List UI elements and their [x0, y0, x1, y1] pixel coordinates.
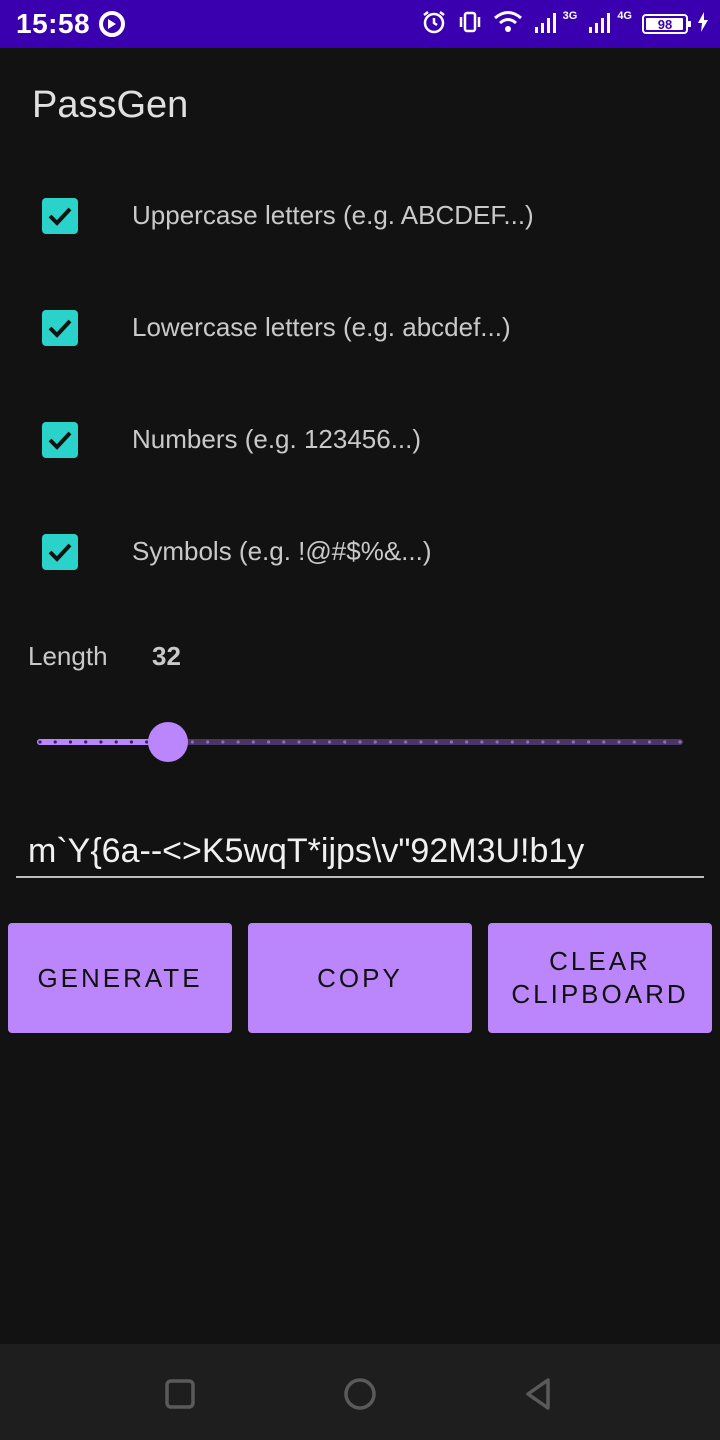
app-title: PassGen	[32, 84, 189, 126]
uppercase-checkbox[interactable]	[42, 198, 78, 234]
slider-tick	[556, 740, 560, 744]
battery-cap	[688, 21, 691, 27]
slider-tick	[251, 740, 255, 744]
slider-tick	[282, 740, 286, 744]
symbols-label: Symbols (e.g. !@#$%&...)	[132, 536, 432, 566]
slider-tick	[206, 740, 210, 744]
slider-tick	[449, 740, 454, 744]
slider-tick	[495, 740, 499, 744]
slider-tick	[327, 740, 332, 744]
status-time: 15:58	[16, 8, 91, 39]
check-icon	[48, 319, 72, 338]
slider-thumb[interactable]	[148, 722, 188, 762]
navigation-bar	[0, 1344, 720, 1440]
slider-tick	[84, 740, 88, 744]
slider-tick	[510, 740, 514, 744]
slider-tick	[114, 740, 118, 744]
option-symbols[interactable]: Symbols (e.g. !@#$%&...)	[0, 524, 720, 584]
slider-tick	[541, 740, 545, 744]
battery-text: 98	[657, 16, 673, 32]
slider-tick	[99, 740, 103, 744]
slider-tick	[129, 740, 134, 744]
generate-button-label: GENERATE	[37, 962, 203, 993]
length-value: 32	[152, 641, 181, 671]
slider-tick	[647, 740, 652, 744]
option-uppercase[interactable]: Uppercase letters (e.g. ABCDEF...)	[0, 188, 720, 248]
slider-tick	[266, 740, 271, 744]
status-bar: 15:58 3G 4G 98	[0, 0, 720, 48]
symbols-checkbox[interactable]	[42, 534, 78, 570]
slider-graphic[interactable]	[36, 720, 684, 764]
numbers-label: Numbers (e.g. 123456...)	[132, 424, 422, 454]
slider-tick	[419, 740, 423, 744]
slider-tick	[53, 740, 57, 744]
slider-tick	[571, 740, 575, 744]
slider-tick	[404, 740, 408, 744]
check-icon	[48, 543, 72, 562]
clear-clipboard-button[interactable]: CLEAR CLIPBOARD	[488, 923, 712, 1033]
copy-button-label: COPY	[317, 962, 403, 993]
generate-button[interactable]: GENERATE	[8, 923, 232, 1033]
wifi-icon	[493, 9, 523, 40]
app-notification-icon	[98, 10, 126, 43]
signal-4g-icon	[587, 9, 613, 40]
slider-tick	[663, 740, 667, 744]
slider-tick	[190, 740, 194, 744]
alarm-icon	[421, 9, 447, 40]
charging-icon	[698, 11, 708, 37]
slider-tick	[145, 740, 149, 744]
slider-tick	[38, 740, 42, 744]
slider-tick	[343, 740, 347, 744]
status-icons: 3G 4G 98	[421, 8, 708, 40]
signal-3g-icon	[533, 9, 559, 40]
battery-icon: 98	[642, 14, 691, 34]
slider-tick	[297, 740, 301, 744]
slider-tick	[68, 740, 73, 744]
lowercase-checkbox[interactable]	[42, 310, 78, 346]
check-icon	[48, 207, 72, 226]
length-slider[interactable]	[36, 720, 684, 764]
numbers-checkbox[interactable]	[42, 422, 78, 458]
slider-tick	[602, 740, 606, 744]
recents-icon[interactable]	[160, 1374, 200, 1414]
slider-tick	[373, 740, 377, 744]
clear-button-label-line1: CLEAR	[549, 946, 651, 976]
slider-tick	[678, 740, 682, 744]
network-label-4g: 4G	[617, 10, 632, 22]
lowercase-label: Lowercase letters (e.g. abcdef...)	[132, 312, 511, 342]
check-icon	[48, 431, 72, 450]
vibrate-icon	[457, 9, 483, 40]
password-text[interactable]: m`Y{6a--<>K5wqT*ijps\v"92M3U!b1y	[28, 832, 584, 871]
option-numbers[interactable]: Numbers (e.g. 123456...)	[0, 412, 720, 472]
slider-tick	[221, 740, 225, 744]
network-label-3g: 3G	[562, 10, 578, 22]
back-icon[interactable]	[520, 1374, 560, 1414]
slider-tick	[388, 740, 393, 744]
slider-tick	[434, 740, 438, 744]
password-field[interactable]: m`Y{6a--<>K5wqT*ijps\v"92M3U!b1y	[16, 826, 704, 878]
slider-tick	[236, 740, 240, 744]
home-icon[interactable]	[340, 1374, 380, 1414]
slider-tick	[480, 740, 484, 744]
copy-button[interactable]: COPY	[248, 923, 472, 1033]
slider-tick	[526, 740, 530, 744]
slider-tick	[617, 740, 621, 744]
slider-tick	[586, 740, 591, 744]
option-lowercase[interactable]: Lowercase letters (e.g. abcdef...)	[0, 300, 720, 360]
slider-tick	[312, 740, 316, 744]
slider-tick	[465, 740, 469, 744]
slider-tick	[632, 740, 636, 744]
length-label: Length	[28, 641, 108, 671]
uppercase-label: Uppercase letters (e.g. ABCDEF...)	[132, 200, 534, 230]
slider-tick	[358, 740, 362, 744]
clear-button-label-line2: CLIPBOARD	[511, 979, 689, 1009]
